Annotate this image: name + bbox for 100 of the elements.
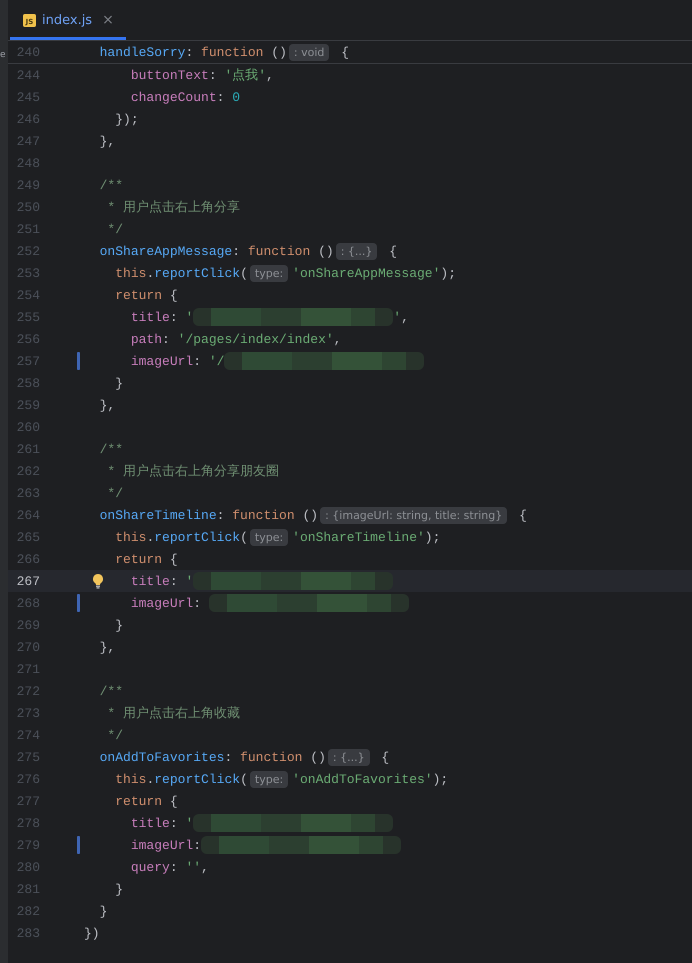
punctuation: : — [232, 244, 242, 258]
change-marker[interactable] — [77, 836, 80, 854]
punctuation: }) — [84, 926, 100, 940]
punctuation: { — [170, 552, 178, 566]
code-comment: */ — [107, 222, 124, 236]
string-literal: ' — [185, 816, 194, 830]
punctuation: : — [193, 596, 202, 610]
property-name: changeCount — [130, 90, 217, 104]
keyword: this — [115, 772, 146, 786]
punctuation: } — [100, 904, 108, 918]
code-comment: */ — [107, 728, 124, 742]
sidebar-label: e — [0, 50, 7, 60]
inlay-hint: : void — [288, 44, 330, 60]
string-literal: ' — [185, 310, 194, 324]
punctuation: , — [266, 68, 274, 82]
inlay-hint: type: — [250, 770, 288, 788]
property-name: imageUrl — [130, 596, 194, 610]
punctuation: { — [519, 508, 527, 522]
punctuation: ( — [240, 266, 248, 280]
keyword: this — [115, 266, 146, 280]
keyword: return — [115, 552, 162, 566]
property-name: path — [130, 332, 162, 346]
change-marker[interactable] — [77, 352, 80, 370]
function-name: onAddToFavorites — [100, 750, 224, 764]
change-marker[interactable] — [77, 594, 80, 612]
function-name: onShareAppMessage — [100, 244, 232, 258]
punctuation: ); — [424, 530, 440, 544]
punctuation: : — [162, 332, 171, 346]
string-literal: '' — [185, 860, 202, 874]
punctuation: : — [224, 750, 234, 764]
punctuation: : — [170, 574, 179, 588]
code-comment: * 用户点击右上角收藏 — [107, 705, 240, 722]
punctuation: } — [115, 882, 124, 896]
punctuation: : — [170, 310, 179, 324]
string-literal: 'onShareTimeline' — [292, 530, 425, 544]
inlay-hint: : {...} — [336, 242, 378, 260]
string-literal: '点我' — [224, 67, 266, 84]
function-name: onShareTimeline — [100, 508, 217, 522]
punctuation: () — [302, 508, 318, 522]
code-comment: * 用户点击右上角分享朋友圈 — [107, 463, 280, 480]
keyword: function — [201, 44, 264, 60]
keyword: function — [232, 508, 295, 522]
punctuation: : — [208, 68, 218, 82]
function-name: reportClick — [154, 772, 240, 786]
punctuation: () — [271, 44, 287, 60]
punctuation: }); — [115, 112, 139, 126]
function-name: reportClick — [154, 266, 240, 280]
function-name: handleSorry — [100, 44, 186, 60]
punctuation: { — [341, 44, 349, 60]
string-literal: ' — [393, 310, 402, 324]
punctuation: : — [193, 838, 202, 852]
punctuation: () — [310, 750, 326, 764]
property-name: imageUrl — [130, 354, 194, 368]
punctuation: { — [381, 750, 390, 764]
code-comment: /** — [100, 442, 124, 456]
punctuation: : — [193, 354, 202, 368]
punctuation: ); — [440, 266, 456, 280]
punctuation: ( — [240, 530, 248, 544]
punctuation: , — [201, 860, 209, 874]
punctuation: ); — [432, 772, 448, 786]
line-number: 267 — [16, 574, 40, 588]
keyword: return — [115, 288, 162, 302]
punctuation: }, — [100, 134, 116, 148]
string-literal: 'onShareAppMessage' — [292, 266, 440, 280]
punctuation: . — [146, 266, 154, 280]
property-name: title — [130, 310, 170, 324]
code-comment: * 用户点击右上角分享 — [107, 199, 240, 216]
string-literal: '/pages/index/index' — [178, 332, 334, 346]
punctuation: : — [216, 90, 226, 104]
punctuation: { — [389, 244, 398, 258]
keyword: function — [248, 244, 310, 258]
punctuation: : — [216, 508, 226, 522]
code-comment: /** — [100, 684, 124, 698]
keyword: this — [115, 530, 146, 544]
punctuation: , — [401, 310, 409, 324]
lightbulb-icon[interactable] — [92, 573, 104, 589]
inlay-hint: : {imageUrl: string, title: string} — [320, 506, 508, 524]
property-name: title — [130, 816, 170, 830]
number-literal: 0 — [232, 90, 240, 104]
keyword: return — [115, 794, 162, 808]
punctuation: . — [146, 772, 154, 786]
string-literal: '/ — [208, 354, 224, 368]
property-name: imageUrl — [130, 838, 194, 852]
punctuation: , — [334, 332, 342, 346]
punctuation: { — [170, 794, 178, 808]
inlay-hint: type: — [250, 264, 288, 282]
punctuation: . — [146, 530, 154, 544]
code-comment: */ — [107, 486, 124, 500]
punctuation: : — [185, 44, 194, 60]
punctuation: } — [115, 376, 124, 390]
function-name: reportClick — [154, 530, 240, 544]
punctuation: }, — [100, 398, 116, 412]
punctuation: { — [170, 288, 178, 302]
punctuation: () — [318, 244, 334, 258]
string-literal: ' — [185, 574, 194, 588]
property-name: buttonText — [130, 68, 209, 82]
punctuation: } — [115, 618, 124, 632]
close-icon[interactable]: × — [102, 12, 114, 28]
inlay-hint: type: — [250, 528, 288, 546]
code-comment: /** — [100, 178, 124, 192]
